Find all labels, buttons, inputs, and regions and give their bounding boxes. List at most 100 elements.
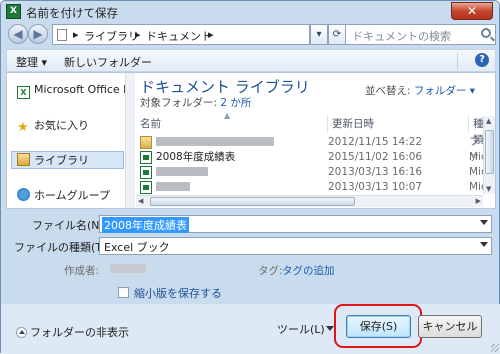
excel-file-icon bbox=[140, 181, 152, 194]
save-as-dialog: X 名前を付けて保存 ✕ ◀ ▶ ▸ ライブラリ ▸ ドキュメント ▸ ▾ ⟳ … bbox=[0, 0, 500, 354]
file-name-redacted bbox=[156, 165, 208, 180]
library-icon bbox=[17, 153, 30, 166]
arrange-by-label: 並べ替え: bbox=[365, 85, 411, 97]
file-name-redacted bbox=[156, 180, 190, 195]
file-date: 2013/03/13 16:16 bbox=[328, 166, 423, 178]
scroll-down-icon[interactable]: ▼ bbox=[486, 185, 491, 193]
included-folders-link[interactable]: 2 か所 bbox=[220, 97, 251, 109]
file-row[interactable]: 2013/03/13 10:07 Mic bbox=[136, 180, 487, 195]
excel-app-icon: X bbox=[6, 4, 21, 19]
included-folders-label: 対象フォルダー: bbox=[140, 97, 218, 109]
save-thumbnail-checkbox[interactable] bbox=[118, 287, 129, 298]
sidebar-item-label: Microsoft Office E bbox=[34, 83, 131, 96]
filename-label: ファイル名(N): bbox=[32, 219, 108, 232]
window-title: 名前を付けて保存 bbox=[26, 6, 118, 20]
save-form: ファイル名(N): 2008年度成績表 ファイルの種類(T): Excel ブッ… bbox=[6, 209, 496, 284]
author-label: 作成者: bbox=[64, 265, 100, 277]
sidebar-item-office[interactable]: X Microsoft Office E bbox=[17, 83, 130, 99]
hide-folders-button[interactable]: フォルダーの非表示 bbox=[16, 324, 129, 340]
chevron-down-icon[interactable] bbox=[326, 326, 334, 331]
cancel-button[interactable]: キャンセル bbox=[418, 315, 482, 338]
file-date: 2012/11/15 14:22 bbox=[328, 136, 423, 148]
collapse-icon bbox=[16, 327, 27, 338]
address-bar[interactable]: ▸ ライブラリ ▸ ドキュメント ▸ bbox=[52, 24, 310, 45]
back-button[interactable]: ◀ bbox=[8, 24, 28, 44]
file-row[interactable]: 2013/03/13 16:16 Mic bbox=[136, 165, 487, 180]
column-header-type[interactable]: 種類 bbox=[469, 116, 484, 146]
breadcrumb-separator[interactable]: ▸ bbox=[73, 28, 79, 41]
star-icon: ★ bbox=[17, 120, 29, 135]
close-button[interactable]: ✕ bbox=[451, 2, 493, 20]
breadcrumb-separator[interactable]: ▸ bbox=[208, 28, 214, 41]
search-placeholder: ドキュメントの検索 bbox=[352, 30, 451, 43]
filename-field[interactable]: 2008年度成績表 bbox=[99, 215, 492, 233]
tags-label: タグ: bbox=[258, 265, 283, 277]
help-icon[interactable]: ? bbox=[475, 53, 489, 67]
save-thumbnail-label[interactable]: 縮小版を保存する bbox=[134, 285, 222, 301]
arrange-by-dropdown[interactable]: フォルダー ▾ bbox=[414, 85, 475, 97]
file-date: 2015/11/02 16:06 bbox=[328, 151, 423, 163]
folder-icon bbox=[140, 136, 152, 149]
browser-pane: X Microsoft Office E ★ お気に入り ライブラリ ホームグループ… bbox=[6, 72, 496, 209]
file-list-vertical-scrollbar[interactable]: ▲ ▼ bbox=[483, 116, 495, 194]
command-toolbar: 整理 ▾ 新しいフォルダー ? bbox=[6, 49, 496, 72]
column-header-name[interactable]: 名前 bbox=[136, 116, 328, 133]
library-title: ドキュメント ライブラリ bbox=[140, 78, 310, 96]
column-header-date[interactable]: 更新日時 bbox=[328, 116, 469, 133]
sidebar-item-library[interactable]: ライブラリ bbox=[11, 151, 124, 169]
new-folder-button[interactable]: 新しいフォルダー bbox=[64, 54, 152, 70]
tags-value: タグの追加 bbox=[282, 263, 335, 278]
sidebar-item-label: ライブラリ bbox=[34, 154, 89, 167]
scroll-right-icon[interactable]: ▶ bbox=[476, 197, 481, 205]
file-name-redacted bbox=[156, 135, 274, 150]
scroll-left-icon[interactable]: ◀ bbox=[138, 197, 143, 205]
breadcrumb-separator[interactable]: ▸ bbox=[135, 28, 141, 41]
page-icon bbox=[57, 29, 67, 41]
filetype-value[interactable]: Excel ブック bbox=[104, 239, 170, 255]
chevron-down-icon[interactable] bbox=[480, 242, 488, 247]
sidebar-item-label: お気に入り bbox=[34, 119, 89, 132]
homegroup-icon bbox=[17, 188, 30, 201]
sidebar-item-label: ホームグループ bbox=[34, 189, 111, 202]
file-date: 2013/03/13 10:07 bbox=[328, 181, 423, 193]
sidebar-item-homegroup[interactable]: ホームグループ bbox=[17, 187, 110, 203]
library-subtitle: 対象フォルダー: 2 か所 bbox=[140, 95, 251, 110]
filetype-select[interactable]: Excel ブック bbox=[99, 237, 492, 255]
thumbnail-row: 縮小版を保存する bbox=[1, 284, 500, 304]
search-input[interactable]: ドキュメントの検索 bbox=[345, 24, 496, 45]
excel-file-icon bbox=[140, 151, 152, 164]
excel-file-icon bbox=[140, 166, 152, 179]
breadcrumb-documents[interactable]: ドキュメント bbox=[146, 28, 212, 44]
arrange-by: 並べ替え: フォルダー ▾ bbox=[365, 83, 475, 98]
organize-button[interactable]: 整理 ▾ bbox=[16, 54, 47, 70]
sidebar-item-favorites[interactable]: ★ お気に入り bbox=[17, 117, 89, 135]
scroll-up-icon[interactable]: ▲ bbox=[486, 117, 491, 125]
navigation-bar: ◀ ▶ ▸ ライブラリ ▸ ドキュメント ▸ ▾ ⟳ ドキュメントの検索 bbox=[6, 23, 496, 47]
file-list-horizontal-scrollbar[interactable]: ◀ ▶ bbox=[136, 195, 483, 207]
refresh-button[interactable]: ⟳ bbox=[328, 24, 346, 45]
save-button[interactable]: 保存(S) bbox=[346, 315, 411, 338]
file-name: 2008年度成績表 bbox=[156, 151, 236, 163]
navigation-pane: X Microsoft Office E ★ お気に入り ライブラリ ホームグループ bbox=[7, 73, 130, 208]
author-value-redacted[interactable] bbox=[110, 263, 146, 275]
hide-folders-label: フォルダーの非表示 bbox=[30, 326, 129, 339]
toolbar-divider bbox=[457, 53, 458, 69]
file-view: ドキュメント ライブラリ 対象フォルダー: 2 か所 並べ替え: フォルダー ▾… bbox=[136, 73, 495, 208]
add-tag-link[interactable]: タグの追加 bbox=[282, 265, 335, 277]
title-bar: X 名前を付けて保存 ✕ bbox=[1, 1, 499, 23]
forward-button[interactable]: ▶ bbox=[28, 24, 48, 44]
file-row[interactable]: 2012/11/15 14:22 ファ bbox=[136, 135, 482, 163]
address-dropdown-button[interactable]: ▾ bbox=[310, 24, 328, 45]
filetype-label: ファイルの種類(T): bbox=[14, 241, 111, 254]
vertical-scroll-thumb[interactable] bbox=[485, 130, 494, 174]
chevron-down-icon[interactable] bbox=[480, 220, 488, 225]
horizontal-scroll-thumb[interactable] bbox=[150, 197, 355, 206]
breadcrumb-library[interactable]: ライブラリ bbox=[84, 28, 139, 44]
tools-menu[interactable]: ツール(L) bbox=[277, 321, 325, 337]
file-row[interactable]: 2008年度成績表 2015/11/02 16:06 Mic bbox=[136, 150, 487, 165]
search-icon[interactable] bbox=[481, 28, 491, 38]
resize-grip[interactable] bbox=[491, 344, 499, 352]
excel-icon: X bbox=[17, 86, 30, 99]
filename-value[interactable]: 2008年度成績表 bbox=[102, 217, 189, 233]
navigation-scrollbar[interactable] bbox=[125, 73, 135, 208]
